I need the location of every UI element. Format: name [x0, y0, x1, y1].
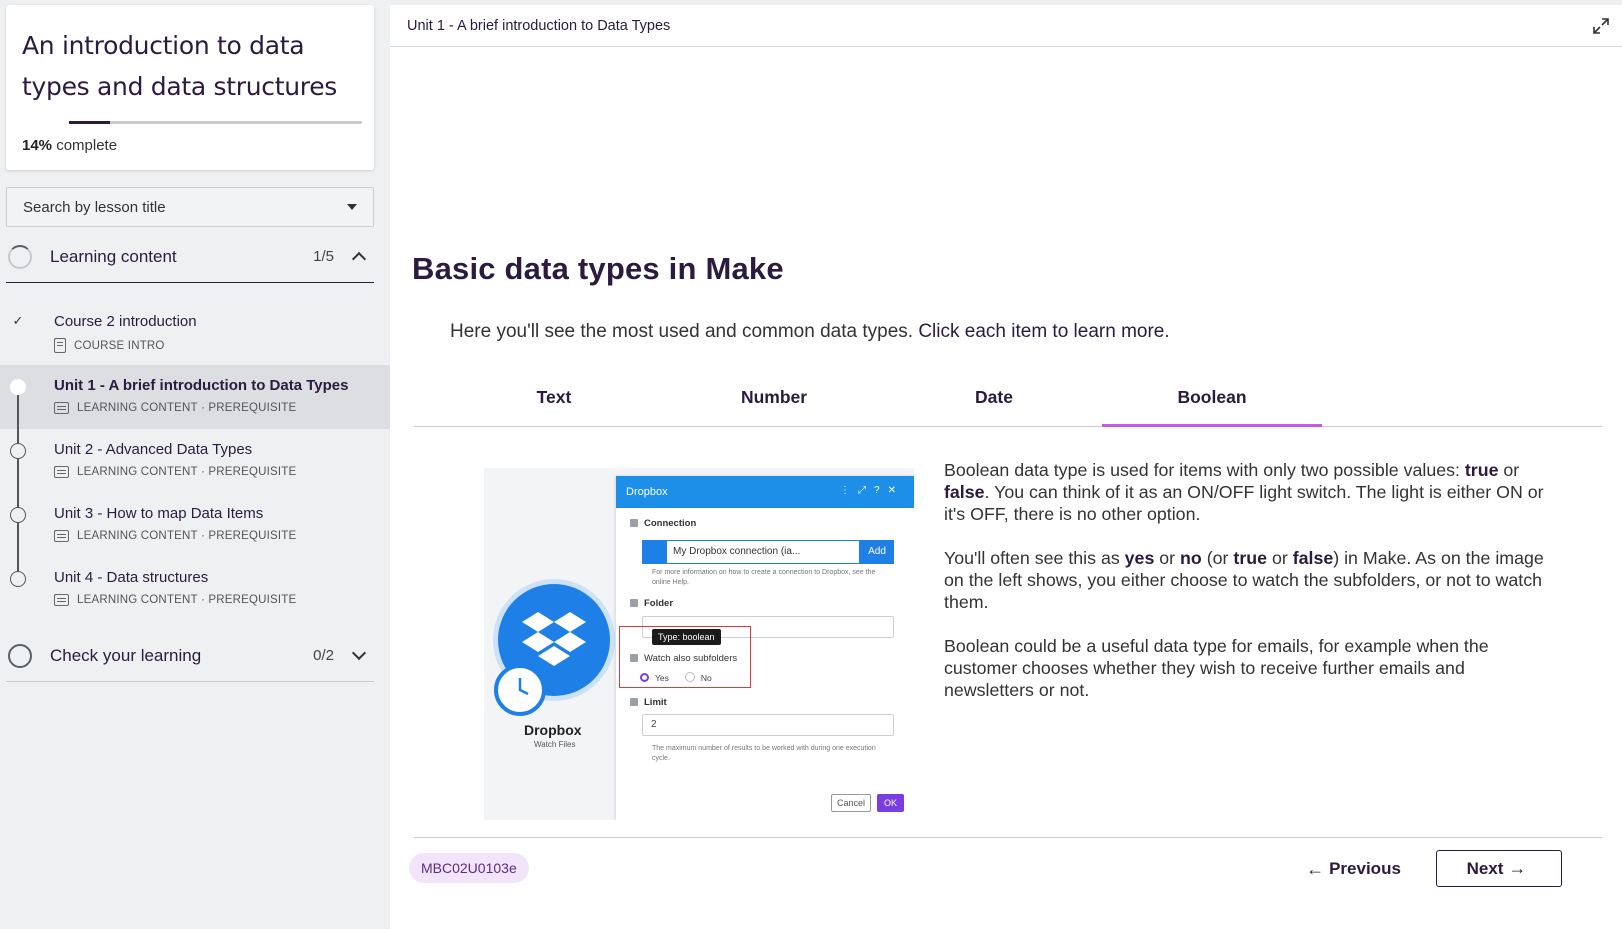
progress-ring-icon	[8, 244, 32, 269]
lesson-item-unit-3[interactable]: Unit 3 - How to map Data Items LEARNING …	[0, 493, 390, 557]
lesson-code-badge: MBC02U0103e	[409, 853, 529, 883]
module-settings-dialog: Dropbox ⋮⤢?✕ Connection My Dropbox conne…	[616, 476, 914, 820]
connection-note: For more information on how to create a …	[652, 569, 876, 586]
lesson-dot-icon	[10, 507, 26, 523]
limit-field: 2	[642, 714, 894, 736]
search-placeholder: Search by lesson title	[23, 198, 166, 216]
document-icon	[54, 338, 66, 353]
expand-icon[interactable]	[1592, 17, 1610, 35]
lesson-search-select[interactable]: Search by lesson title	[6, 187, 374, 227]
lesson-name: Unit 2 - Advanced Data Types	[54, 441, 253, 458]
chevron-up-icon[interactable]	[351, 251, 367, 267]
lesson-item-unit-2[interactable]: Unit 2 - Advanced Data Types LEARNING CO…	[0, 429, 390, 493]
progress-bar	[69, 121, 362, 124]
lesson-item-course-intro[interactable]: ✓ Course 2 introduction COURSE INTRO	[0, 301, 390, 365]
lesson-name: Course 2 introduction	[54, 313, 197, 330]
arrow-right-icon: →	[1508, 858, 1527, 878]
next-button[interactable]: Next →	[1436, 850, 1562, 887]
connection-select: My Dropbox connection (ia... Add	[642, 540, 894, 564]
tab-date[interactable]: Date	[884, 383, 1104, 427]
desc-paragraph-2: You'll often see this as yes or no (or t…	[944, 548, 1544, 612]
content-icon	[54, 466, 69, 478]
section-learning-content[interactable]: Learning content 1/5	[6, 231, 374, 283]
course-sidebar: An introduction to data types and data s…	[0, 0, 390, 929]
dialog-buttons: Cancel OK	[830, 794, 904, 812]
data-type-tabs: Text Number Date Boolean	[414, 383, 1602, 427]
section-title: Check your learning	[50, 645, 202, 665]
chevron-down-icon[interactable]	[351, 645, 367, 661]
tab-boolean[interactable]: Boolean	[1102, 383, 1322, 427]
progress-fill	[69, 121, 111, 124]
lesson-meta: LEARNING CONTENT · PREREQUISITE	[54, 466, 296, 478]
current-lesson-dot-icon	[10, 379, 26, 395]
previous-button[interactable]: ← Previous	[1296, 851, 1406, 887]
progress-label: complete	[56, 137, 118, 154]
dialog-header-icons: ⋮⤢?✕	[840, 485, 904, 496]
lesson-name: Unit 3 - How to map Data Items	[54, 505, 264, 522]
lesson-meta: LEARNING CONTENT · PREREQUISITE	[54, 530, 296, 542]
connection-label: Connection	[630, 518, 696, 529]
lesson-main: Unit 1 - A brief introduction to Data Ty…	[390, 5, 1622, 929]
lesson-name: Unit 1 - A brief introduction to Data Ty…	[54, 377, 349, 394]
checkmark-icon: ✓	[12, 313, 24, 328]
lesson-topbar: Unit 1 - A brief introduction to Data Ty…	[390, 5, 1622, 47]
footer-divider	[414, 837, 1602, 838]
arrow-left-icon: ←	[1306, 858, 1325, 879]
module-subtitle: Watch Files	[534, 740, 576, 749]
intro-text: Here you'll see the most used and common…	[450, 321, 1170, 342]
lesson-item-unit-4[interactable]: Unit 4 - Data structures LEARNING CONTEN…	[0, 557, 390, 621]
content-icon	[54, 594, 69, 606]
content-icon	[54, 402, 69, 414]
limit-note: The maximum number of results to be work…	[652, 745, 876, 762]
folder-label: Folder	[630, 598, 673, 609]
clock-icon	[494, 664, 546, 716]
tab-text[interactable]: Text	[444, 383, 664, 427]
dialog-header: Dropbox ⋮⤢?✕	[616, 476, 914, 508]
progress-percent: 14%	[22, 137, 53, 154]
boolean-description: Boolean data type is used for items with…	[944, 459, 1556, 723]
section-check-your-learning[interactable]: Check your learning 0/2	[6, 630, 374, 682]
progress-text: 14% complete	[22, 137, 117, 154]
lesson-meta: LEARNING CONTENT · PREREQUISITE	[54, 594, 296, 606]
section-count: 0/2	[313, 647, 334, 664]
dropdown-caret-icon	[347, 204, 357, 210]
watch-subfolders-label: Watch also subfolders	[630, 653, 737, 664]
dropbox-module-image: Dropbox Watch Files Dropbox ⋮⤢?✕ Connect…	[484, 468, 914, 820]
lesson-meta: LEARNING CONTENT · PREREQUISITE	[54, 402, 296, 414]
desc-paragraph-1: Boolean data type is used for items with…	[944, 460, 1544, 524]
content-icon	[54, 530, 69, 542]
limit-label: Limit	[630, 697, 667, 708]
page-title: Basic data types in Make	[412, 251, 784, 286]
course-card: An introduction to data types and data s…	[6, 5, 374, 170]
desc-paragraph-3: Boolean could be a useful data type for …	[944, 636, 1489, 700]
section-count: 1/5	[313, 248, 334, 265]
lesson-item-unit-1[interactable]: Unit 1 - A brief introduction to Data Ty…	[0, 365, 390, 429]
lesson-dot-icon	[10, 443, 26, 459]
tab-number[interactable]: Number	[664, 383, 884, 427]
lesson-timeline	[17, 395, 19, 581]
yes-no-radios: Yes No	[640, 672, 712, 684]
dropbox-small-icon	[642, 540, 666, 564]
module-name: Dropbox	[524, 722, 582, 738]
lesson-name: Unit 4 - Data structures	[54, 569, 209, 586]
lesson-dot-icon	[10, 571, 26, 587]
topbar-title: Unit 1 - A brief introduction to Data Ty…	[407, 17, 671, 34]
course-title: An introduction to data types and data s…	[22, 31, 338, 101]
type-tooltip: Type: boolean	[652, 629, 721, 645]
progress-ring-icon	[8, 643, 32, 668]
section-title: Learning content	[50, 246, 177, 266]
lesson-meta: COURSE INTRO	[54, 338, 165, 353]
